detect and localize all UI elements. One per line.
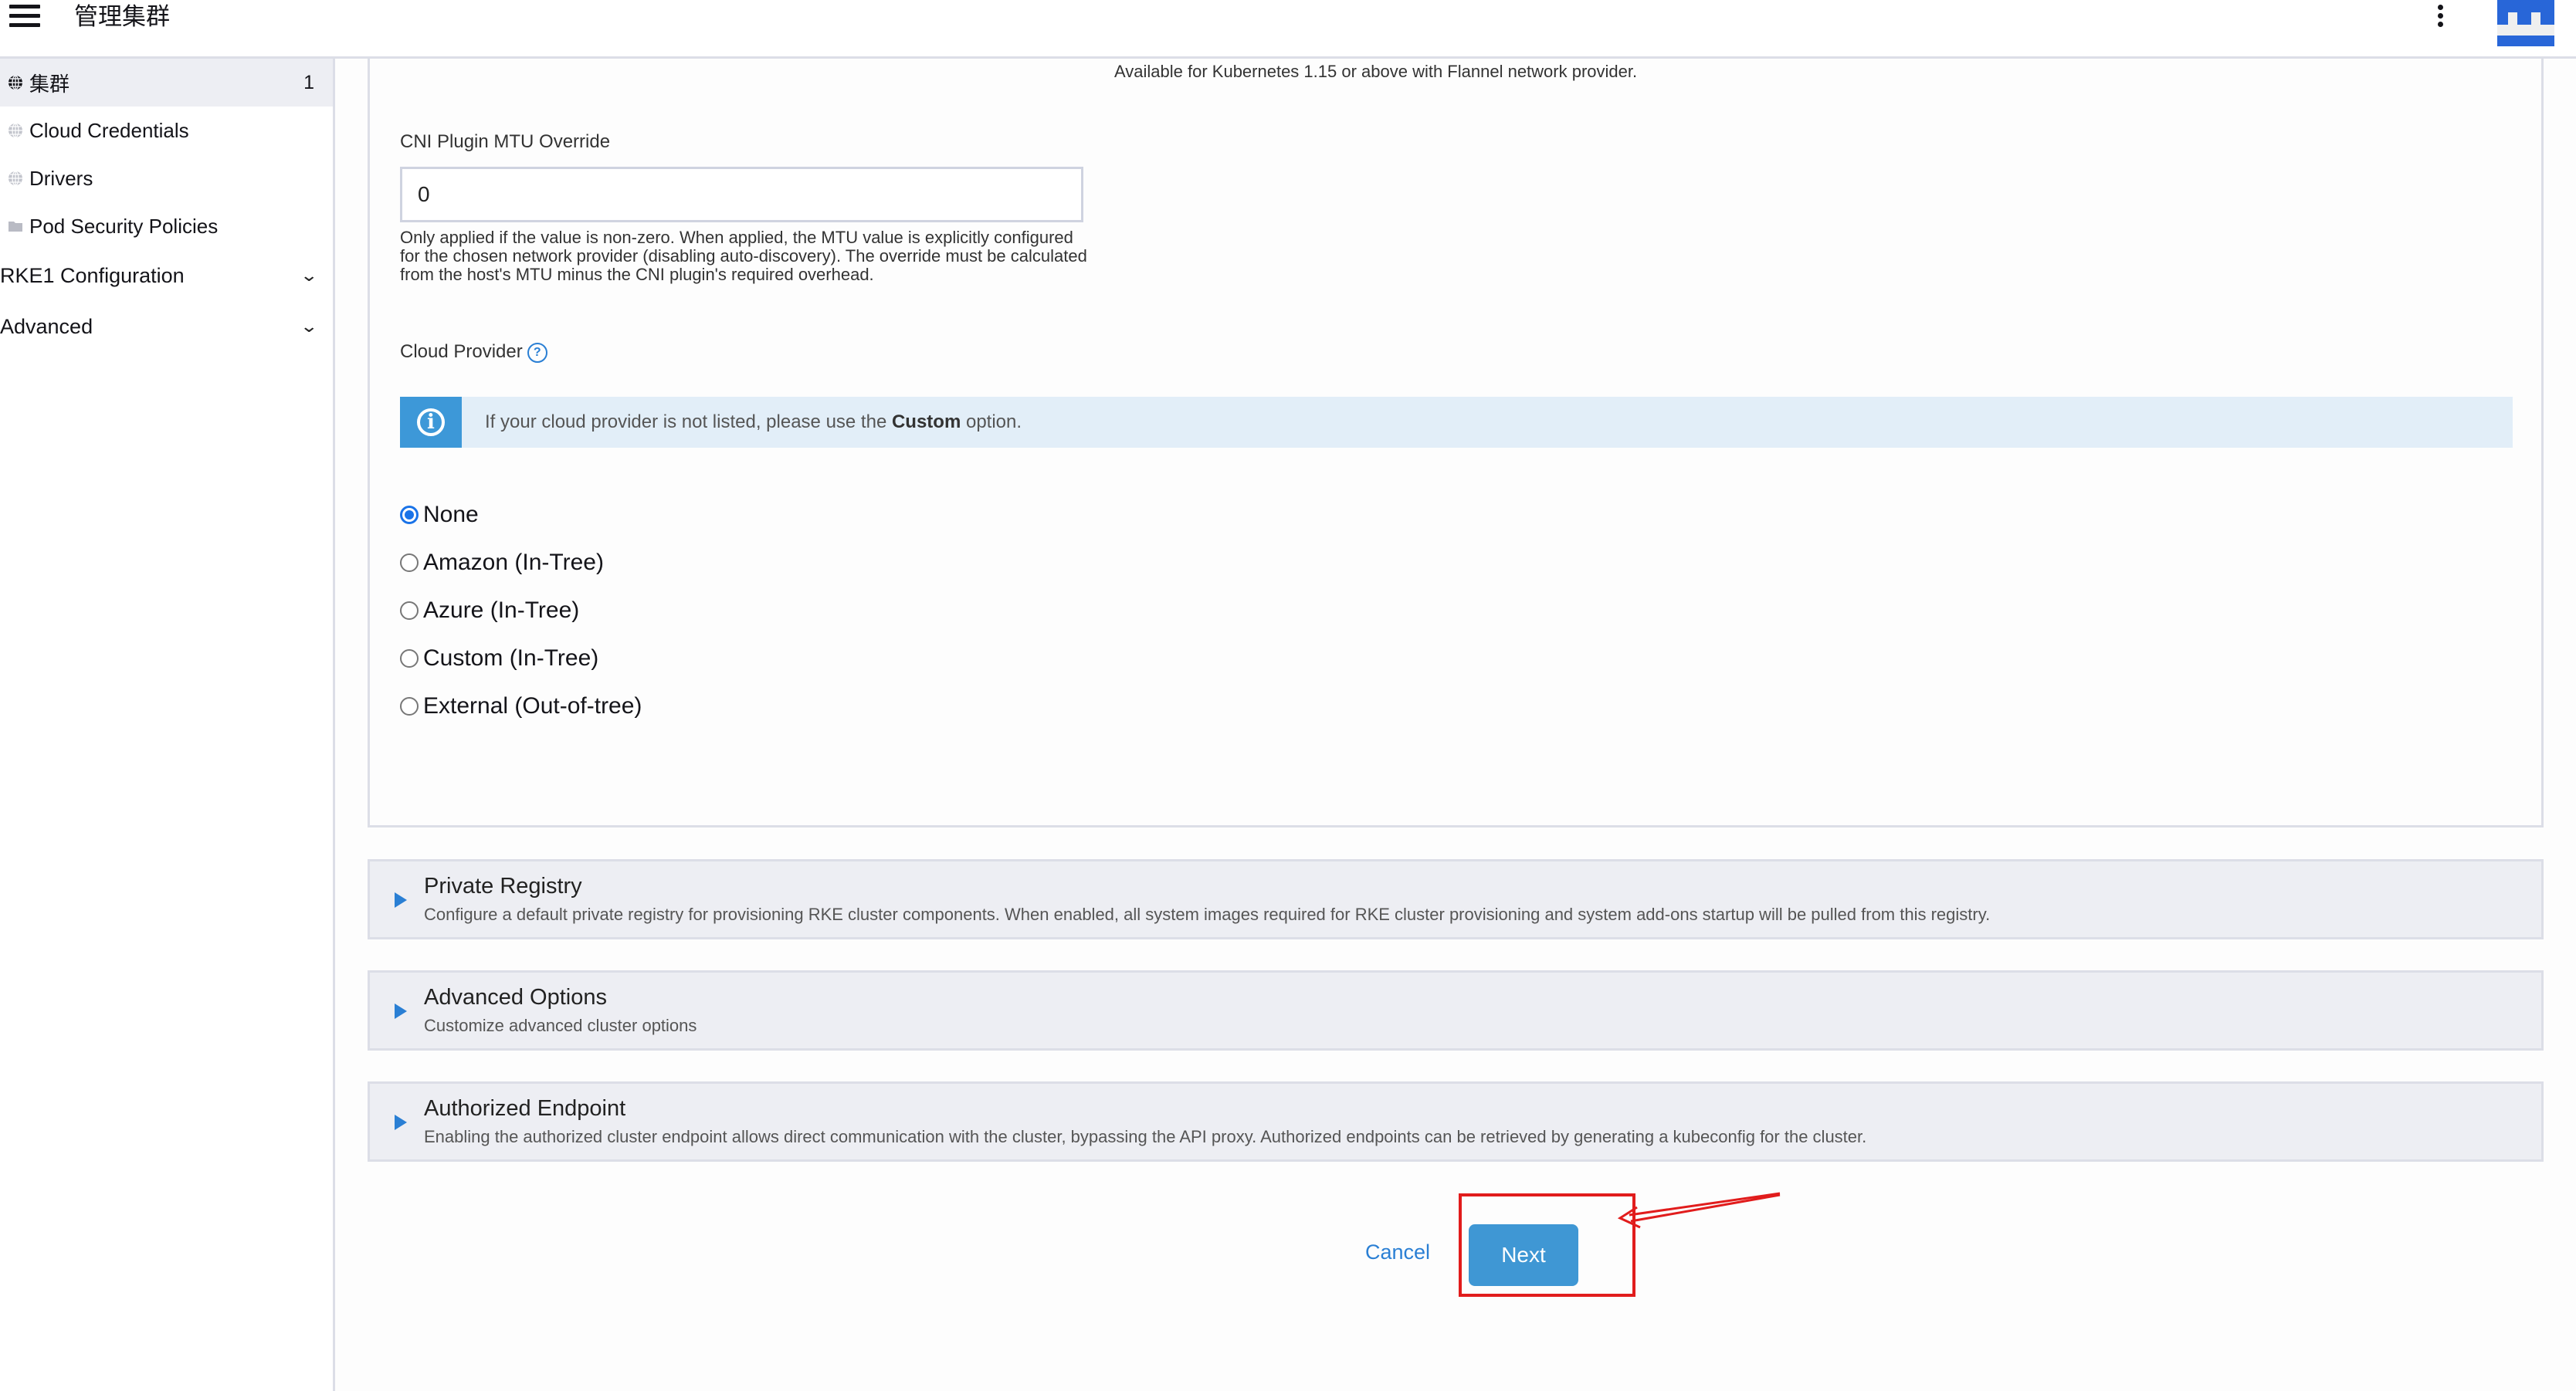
sidebar-item-drivers[interactable]: Drivers	[0, 154, 333, 202]
expand-arrow-icon	[395, 892, 407, 908]
accordion-private-registry[interactable]: Private Registry Configure a default pri…	[368, 859, 2544, 939]
accordion-title: Private Registry	[424, 874, 582, 899]
radio-cloud-provider-amazon[interactable]: Amazon (In-Tree)	[400, 550, 604, 576]
sidebar-section-advanced[interactable]: Advanced ⌄	[0, 303, 333, 350]
radio-label: Custom (In-Tree)	[423, 645, 599, 671]
mtu-override-label: CNI Plugin MTU Override	[400, 131, 611, 152]
cluster-count-badge: 1	[303, 71, 314, 93]
radio-label: None	[423, 502, 479, 527]
info-text-bold: Custom	[891, 411, 961, 432]
info-text: If your cloud provider is not listed, pl…	[485, 411, 892, 432]
avatar-pattern	[2531, 12, 2540, 25]
accordion-title: Advanced Options	[424, 985, 607, 1010]
radio-button[interactable]	[400, 553, 419, 572]
sidebar-item-label: Cloud Credentials	[29, 118, 189, 142]
radio-cloud-provider-none[interactable]: None	[400, 502, 479, 528]
accordion-description: Configure a default private registry for…	[424, 905, 1991, 924]
accordion-title: Authorized Endpoint	[424, 1096, 626, 1121]
info-icon-box: i	[400, 397, 462, 448]
radio-label: Amazon (In-Tree)	[423, 550, 604, 575]
cloud-provider-label-row: Cloud Provider?	[400, 341, 547, 363]
info-icon: i	[417, 408, 445, 436]
chevron-down-icon: ⌄	[299, 316, 318, 336]
radio-button[interactable]	[400, 697, 419, 716]
next-button[interactable]: Next	[1469, 1224, 1578, 1286]
globe-icon	[8, 171, 22, 186]
globe-icon	[8, 75, 22, 90]
help-question-icon[interactable]: ?	[527, 342, 547, 363]
radio-button[interactable]	[400, 506, 419, 524]
accordion-advanced-options[interactable]: Advanced Options Customize advanced clus…	[368, 970, 2544, 1051]
sidebar: 集群 1 Cloud Credentials Drivers Pod Secur…	[0, 59, 335, 1391]
sidebar-item-pod-security-policies[interactable]: Pod Security Policies	[0, 202, 333, 250]
folder-icon	[8, 222, 22, 232]
sidebar-item-label: Drivers	[29, 166, 93, 190]
accordion-description: Enabling the authorized cluster endpoint…	[424, 1127, 1867, 1146]
sidebar-item-label: Pod Security Policies	[29, 214, 219, 238]
avatar-pattern	[2508, 12, 2517, 25]
sidebar-section-rke1-configuration[interactable]: RKE1 Configuration ⌄	[0, 252, 333, 300]
top-header: 管理集群	[0, 0, 2576, 59]
radio-button[interactable]	[400, 649, 419, 668]
more-options-icon[interactable]	[2432, 5, 2448, 32]
mtu-override-input[interactable]	[400, 167, 1083, 222]
accordion-authorized-endpoint[interactable]: Authorized Endpoint Enabling the authori…	[368, 1081, 2544, 1162]
radio-cloud-provider-external[interactable]: External (Out-of-tree)	[400, 693, 642, 719]
user-avatar[interactable]	[2497, 0, 2554, 46]
info-banner-message: If your cloud provider is not listed, pl…	[485, 397, 1022, 448]
flannel-availability-note: Available for Kubernetes 1.15 or above w…	[1114, 62, 1638, 81]
sidebar-item-clusters[interactable]: 集群 1	[0, 59, 333, 107]
chevron-down-icon: ⌄	[299, 266, 318, 285]
avatar-pattern	[2497, 25, 2554, 36]
radio-button[interactable]	[400, 601, 419, 620]
sidebar-item-label: 集群	[29, 72, 70, 96]
globe-icon	[8, 123, 22, 138]
radio-label: External (Out-of-tree)	[423, 693, 642, 719]
radio-cloud-provider-custom[interactable]: Custom (In-Tree)	[400, 645, 598, 672]
info-text: option.	[961, 411, 1022, 432]
cloud-provider-label: Cloud Provider	[400, 341, 523, 362]
radio-cloud-provider-azure[interactable]: Azure (In-Tree)	[400, 597, 579, 624]
annotation-arrow-icon	[1617, 1192, 1781, 1229]
accordion-description: Customize advanced cluster options	[424, 1016, 697, 1035]
radio-label: Azure (In-Tree)	[423, 597, 580, 623]
sidebar-section-label: RKE1 Configuration	[0, 263, 185, 287]
expand-arrow-icon	[395, 1003, 407, 1019]
mtu-help-text: Only applied if the value is non-zero. W…	[400, 228, 1087, 284]
page-title: 管理集群	[74, 3, 170, 30]
hamburger-menu-icon[interactable]	[9, 5, 40, 28]
cancel-button[interactable]: Cancel	[1365, 1240, 1430, 1264]
expand-arrow-icon	[395, 1115, 407, 1130]
sidebar-section-label: Advanced	[0, 314, 93, 338]
sidebar-item-cloud-credentials[interactable]: Cloud Credentials	[0, 107, 333, 154]
cloud-provider-info-banner: i If your cloud provider is not listed, …	[400, 397, 2513, 448]
